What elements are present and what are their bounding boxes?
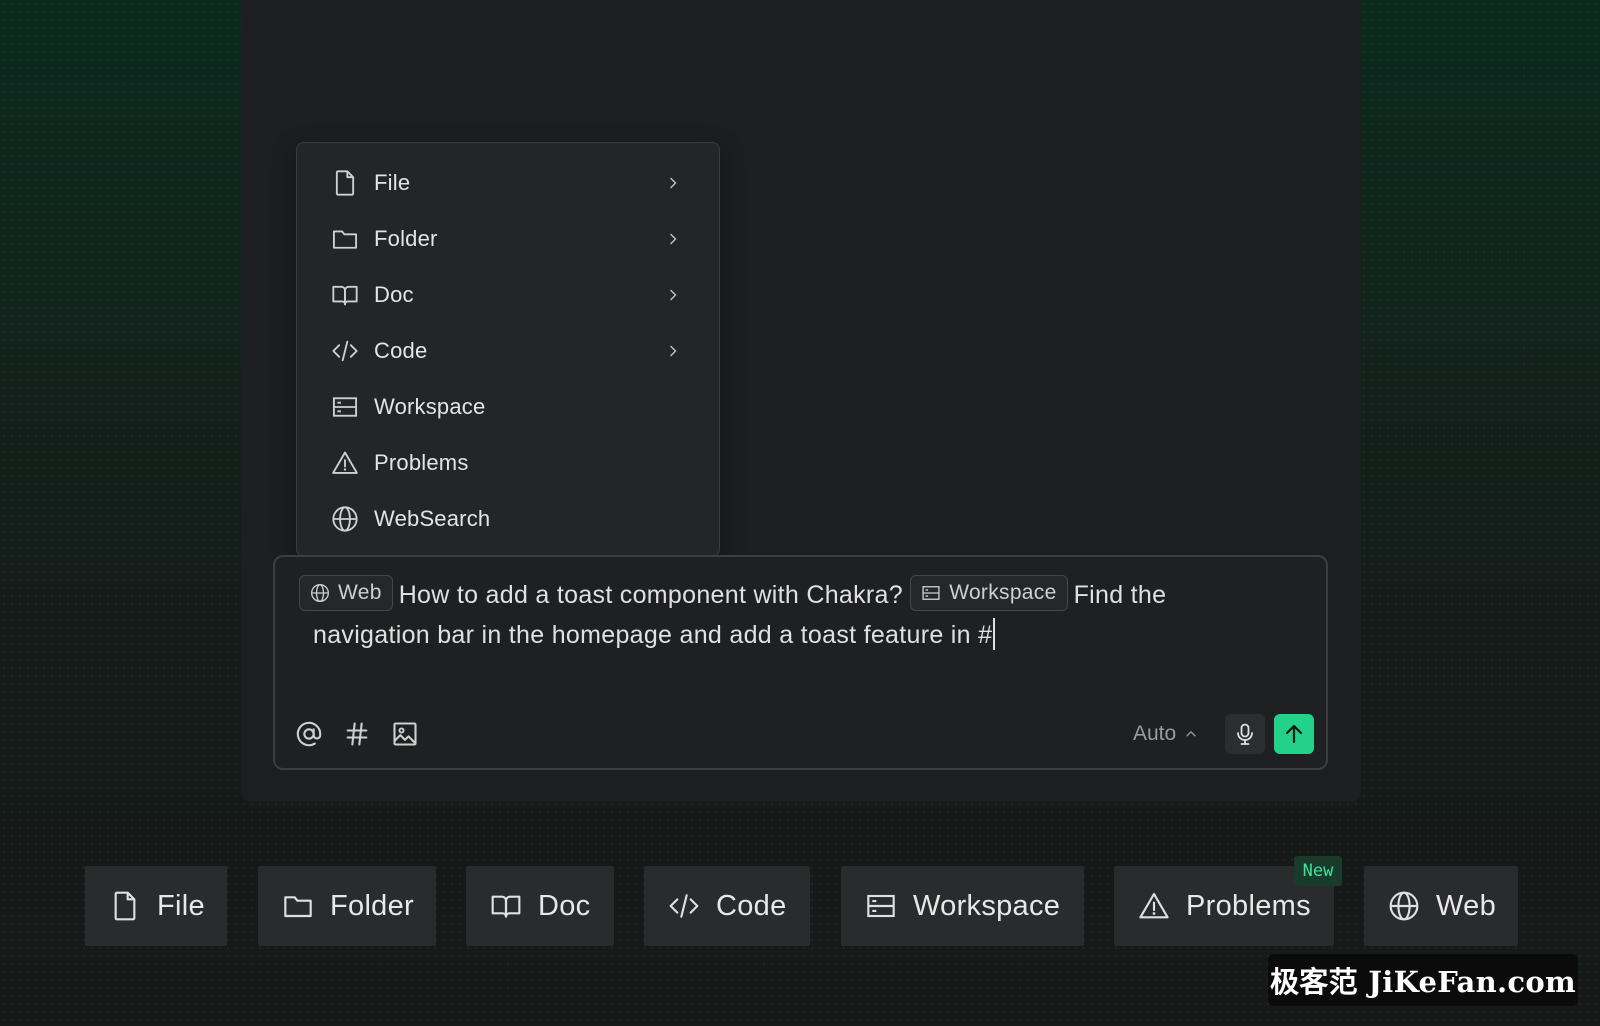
menu-item-doc[interactable]: Doc [307, 267, 709, 323]
menu-item-websearch[interactable]: WebSearch [307, 491, 709, 547]
menu-item-problems[interactable]: Problems [307, 435, 709, 491]
microphone-icon [1233, 722, 1257, 746]
tile-label: File [157, 889, 205, 922]
chip-label: Web [338, 581, 382, 605]
code-icon [668, 890, 700, 922]
composer-toolbar [295, 720, 419, 748]
menu-item-label: File [374, 170, 411, 195]
message-text: Find the [1073, 581, 1167, 609]
tile-label: Code [716, 889, 787, 922]
tile-file: File [85, 866, 227, 946]
new-badge: New [1294, 856, 1342, 886]
menu-item-label: Doc [374, 282, 414, 307]
folder-icon [282, 890, 314, 922]
chevron-right-icon [665, 231, 681, 247]
message-text: How to add a toast component with Chakra… [398, 581, 903, 609]
chip-label: Workspace [949, 581, 1057, 605]
tile-label: Folder [330, 889, 414, 922]
message-text: navigation bar in the homepage and add a… [313, 621, 993, 649]
hash-icon[interactable] [343, 720, 371, 748]
image-icon[interactable] [391, 720, 419, 748]
book-icon [490, 890, 522, 922]
code-icon [331, 337, 359, 365]
globe-icon [331, 505, 359, 533]
workspace-icon [331, 393, 359, 421]
tile-label: Doc [538, 889, 591, 922]
chevron-right-icon [665, 343, 681, 359]
file-icon [331, 169, 359, 197]
voice-input-button[interactable] [1225, 714, 1265, 754]
globe-icon [1388, 890, 1420, 922]
menu-item-label: Folder [374, 226, 438, 251]
book-icon [331, 281, 359, 309]
menu-item-code[interactable]: Code [307, 323, 709, 379]
watermark: 极客范 JiKeFan.com [1268, 954, 1578, 1006]
tile-web: Web [1364, 866, 1518, 946]
arrow-up-icon [1282, 722, 1306, 746]
menu-item-label: Workspace [374, 394, 486, 419]
chevron-right-icon [665, 287, 681, 303]
text-caret [993, 618, 996, 651]
chevron-up-icon [1184, 727, 1198, 741]
warning-icon [1138, 890, 1170, 922]
at-icon[interactable] [295, 720, 323, 748]
globe-icon [310, 583, 330, 603]
menu-item-folder[interactable]: Folder [307, 211, 709, 267]
menu-item-label: WebSearch [374, 506, 491, 531]
workspace-icon [921, 583, 941, 603]
context-chip-web[interactable]: Web [299, 575, 393, 612]
model-label: Auto [1133, 722, 1177, 745]
tile-label: Web [1436, 889, 1497, 922]
menu-item-label: Code [374, 338, 428, 363]
tile-doc: Doc [466, 866, 614, 946]
file-icon [109, 890, 141, 922]
tile-label: Problems [1186, 889, 1311, 922]
send-button[interactable] [1274, 714, 1314, 754]
chat-composer[interactable]: Web How to add a toast component with Cha… [273, 555, 1328, 770]
model-selector[interactable]: Auto [1133, 722, 1198, 746]
context-menu: File Folder Doc Code Workspace Problems … [296, 142, 720, 557]
menu-item-file[interactable]: File [307, 155, 709, 211]
tile-label: Workspace [913, 889, 1061, 922]
workspace-icon [865, 890, 897, 922]
folder-icon [331, 225, 359, 253]
warning-icon [331, 449, 359, 477]
menu-item-label: Problems [374, 450, 469, 475]
tile-code: Code [644, 866, 810, 946]
context-chip-workspace[interactable]: Workspace [910, 575, 1068, 612]
chevron-right-icon [665, 175, 681, 191]
tile-folder: Folder [258, 866, 436, 946]
menu-item-workspace[interactable]: Workspace [307, 379, 709, 435]
tile-workspace: Workspace [841, 866, 1084, 946]
message-input[interactable]: Web How to add a toast component with Cha… [299, 575, 1299, 655]
